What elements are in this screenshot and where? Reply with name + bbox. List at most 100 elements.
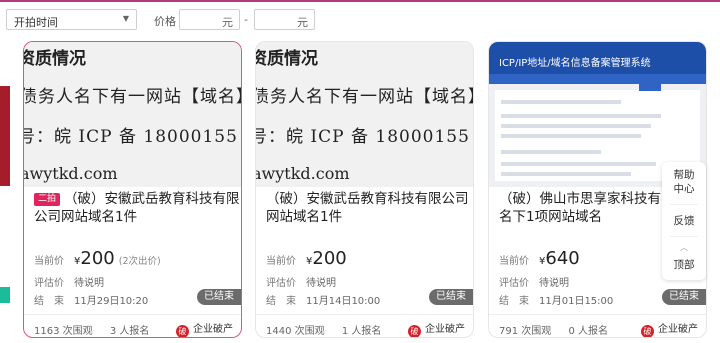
bankruptcy-label: 企业破产	[193, 324, 233, 335]
card-footer: 1163 次围观 3 人报名	[34, 322, 163, 337]
status-badge: 已结束	[197, 289, 241, 305]
card-title-text: （破）安徽武岳教育科技有限公司网站域名1件	[266, 191, 469, 225]
price-max-input[interactable]: 元	[254, 9, 315, 30]
bankruptcy-icon: 破	[408, 325, 421, 337]
appraisal-value: 待说明	[539, 278, 569, 289]
image-text-line: 债务人名下有一网站【域名】	[24, 87, 241, 107]
signup-count: 3 人报名	[109, 326, 150, 337]
appraisal-label: 评估价	[266, 278, 296, 289]
screenshot-line	[501, 134, 641, 138]
end-label: 结 束	[34, 296, 64, 307]
status-badge: 已结束	[429, 289, 473, 305]
back-to-top-button[interactable]: 顶部	[662, 258, 706, 272]
screenshot-line	[501, 114, 661, 118]
previous-card-edge[interactable]	[0, 41, 10, 338]
feedback-button[interactable]: 反馈	[662, 214, 706, 228]
round-tag: 二拍	[34, 193, 61, 206]
sort-select[interactable]: 开拍时间 ▼	[6, 9, 137, 30]
filter-bar: 开拍时间 ▼ 价格 元 - 元	[0, 9, 720, 31]
floating-side-menu: 帮助中心 反馈 ︿ 顶部	[662, 162, 706, 280]
chevron-up-icon[interactable]: ︿	[662, 242, 706, 253]
image-text-line: awytkd.com	[256, 164, 350, 183]
views-count: 791 次围观	[499, 326, 552, 337]
appraisal-label: 评估价	[499, 278, 529, 289]
previous-card-image-edge	[0, 86, 10, 186]
signup-count: 0 人报名	[568, 326, 608, 337]
bankruptcy-badge: 破企业破产	[176, 320, 233, 337]
bankruptcy-badge: 破企业破产	[408, 320, 465, 337]
price-min-input[interactable]: 元	[179, 9, 240, 30]
end-label: 结 束	[266, 296, 296, 307]
end-time: 11月14日10:00	[306, 296, 381, 307]
end-row: 结 束 11月29日10:20	[34, 292, 148, 307]
card-title[interactable]: 二拍 （破）安徽武岳教育科技有限公司网站域名1件	[34, 190, 241, 226]
bankruptcy-icon: 破	[641, 325, 654, 337]
card-divider	[24, 314, 241, 315]
appraisal-row: 评估价 待说明	[499, 274, 569, 289]
card-divider	[489, 314, 706, 315]
screenshot-header: ICP/IP地址/域名信息备案管理系统	[489, 42, 706, 74]
image-text-line: 债务人名下有一网站【域名】	[256, 87, 473, 107]
card-image: 资质情况 债务人名下有一网站【域名】 号：皖 ICP 备 18000155 号-…	[256, 42, 473, 187]
help-center-button[interactable]: 帮助中心	[662, 168, 706, 196]
price-max-unit: 元	[297, 16, 308, 29]
image-text-line: awytkd.com	[24, 164, 118, 183]
price-min-unit: 元	[222, 16, 233, 29]
end-row: 结 束 11月01日15:00	[499, 292, 613, 307]
current-price: 640	[545, 248, 580, 269]
screenshot-line	[501, 150, 601, 154]
card-title[interactable]: （破）安徽武岳教育科技有限公司网站域名1件	[266, 190, 473, 226]
current-price: 200	[312, 248, 347, 269]
price-row: 当前价 ¥200	[266, 248, 347, 269]
chevron-down-icon: ▼	[122, 14, 129, 23]
screenshot-line	[501, 172, 631, 176]
signup-count: 1 人报名	[341, 326, 382, 337]
views-count: 1163 次围观	[34, 326, 93, 337]
bankruptcy-label: 企业破产	[425, 324, 465, 335]
menu-divider	[670, 236, 698, 237]
screenshot-search-button	[639, 82, 661, 91]
appraisal-label: 评估价	[34, 278, 64, 289]
image-text-line: 资质情况	[256, 49, 318, 69]
sort-select-value: 开拍时间	[14, 16, 58, 29]
previous-card-status-edge	[0, 287, 10, 303]
price-range-dash: -	[244, 13, 248, 26]
auction-card[interactable]: 资质情况 债务人名下有一网站【域名】 号：皖 ICP 备 18000155 号-…	[255, 41, 474, 338]
screenshot-line	[501, 162, 656, 166]
bankruptcy-badge: 破企业破产	[641, 320, 698, 337]
card-title-text: （破）安徽武岳教育科技有限公司网站域名1件	[34, 191, 240, 225]
appraisal-value: 待说明	[306, 278, 336, 289]
price-filter-label: 价格	[154, 15, 176, 28]
current-price: 200	[80, 248, 115, 269]
image-text-line: 号：皖 ICP 备 18000155 号-	[256, 127, 473, 147]
card-footer: 791 次围观 0 人报名	[499, 322, 622, 337]
end-time: 11月01日15:00	[539, 296, 614, 307]
image-text-line: 资质情况	[24, 49, 86, 69]
price-row: 当前价 ¥200 (2次出价)	[34, 248, 161, 269]
end-row: 结 束 11月14日10:00	[266, 292, 380, 307]
appraisal-row: 评估价 待说明	[266, 274, 336, 289]
screenshot-title: ICP/IP地址/域名信息备案管理系统	[499, 58, 651, 69]
top-accent-line	[0, 0, 720, 2]
menu-divider	[670, 204, 698, 205]
appraisal-row: 评估价 待说明	[34, 274, 104, 289]
price-label: 当前价	[266, 256, 296, 267]
image-text-line: 号：皖 ICP 备 18000155 号-	[24, 127, 241, 147]
card-footer: 1440 次围观 1 人报名	[266, 322, 395, 337]
card-image: 资质情况 债务人名下有一网站【域名】 号：皖 ICP 备 18000155 号-…	[24, 42, 241, 187]
price-label: 当前价	[499, 256, 529, 267]
appraisal-value: 待说明	[74, 278, 104, 289]
bankruptcy-icon: 破	[176, 325, 189, 337]
card-divider	[256, 314, 473, 315]
views-count: 1440 次围观	[266, 326, 325, 337]
price-label: 当前价	[34, 256, 64, 267]
status-badge: 已结束	[662, 289, 706, 305]
screenshot-line	[501, 124, 651, 128]
screenshot-line	[501, 100, 621, 104]
price-row: 当前价 ¥640	[499, 248, 580, 269]
screenshot-nav	[489, 74, 706, 84]
auction-card[interactable]: 资质情况 债务人名下有一网站【域名】 号：皖 ICP 备 18000155 号-…	[23, 41, 242, 338]
bankruptcy-label: 企业破产	[658, 324, 698, 335]
bids-note: (2次出价)	[118, 256, 161, 267]
end-time: 11月29日10:20	[74, 296, 149, 307]
